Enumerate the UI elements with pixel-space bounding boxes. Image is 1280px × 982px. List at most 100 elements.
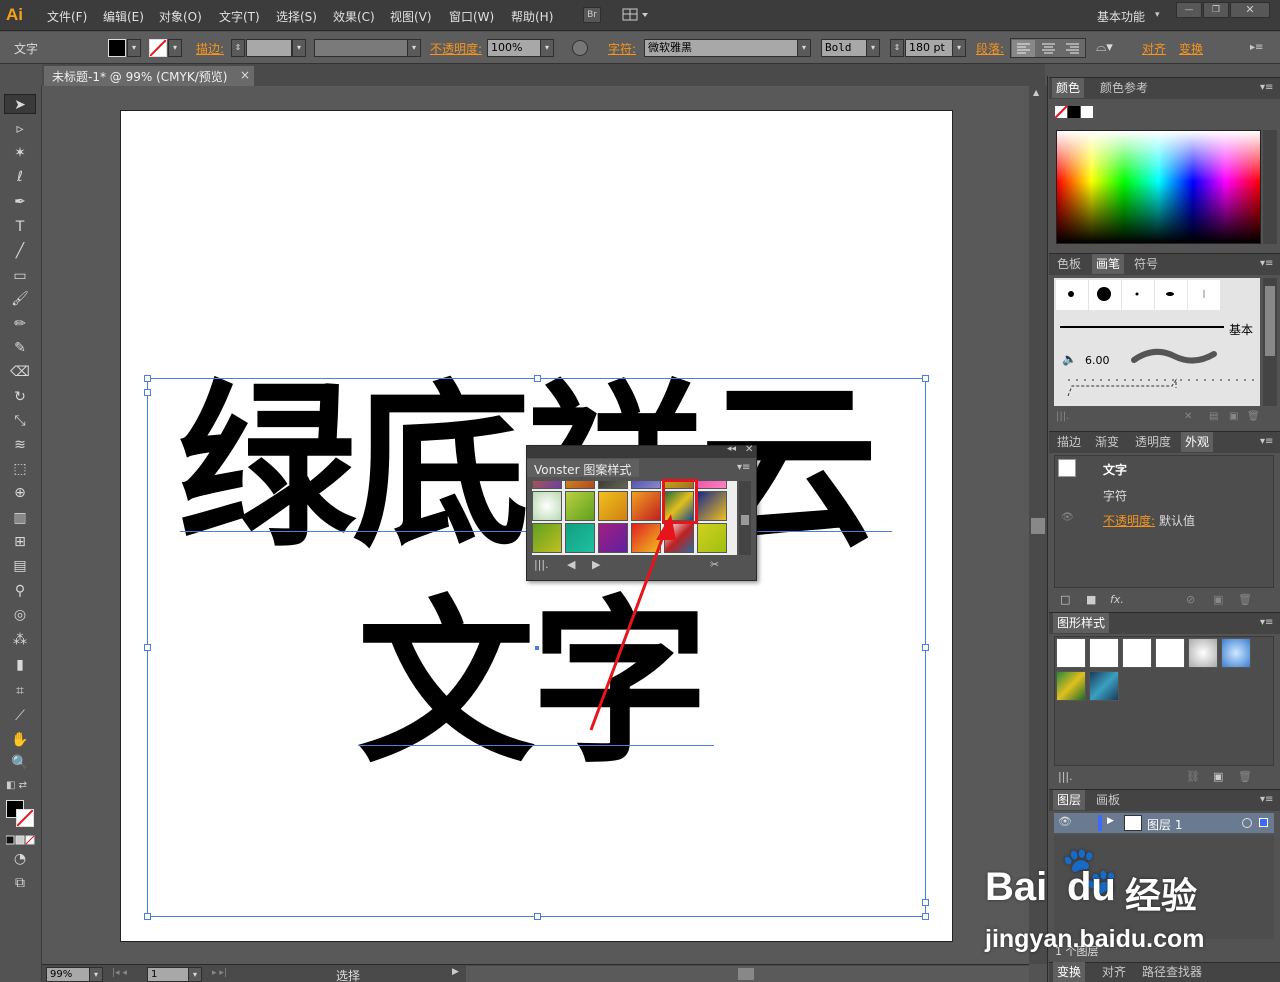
control-menu-icon[interactable]: ▸≡ — [1250, 42, 1263, 53]
panel-menu-icon[interactable]: ▾≡ — [737, 462, 750, 473]
artboard-tool-icon[interactable]: ⌗ — [8, 680, 32, 702]
shape-builder-tool-icon[interactable]: ⊕ — [8, 482, 32, 504]
status-menu-arrow[interactable]: ▶ — [452, 967, 459, 977]
stroke-dropdown[interactable]: ▾ — [168, 39, 182, 57]
new-graphic-style-icon[interactable]: ▣ — [1213, 770, 1223, 783]
eyedropper-tool-icon[interactable]: ⚲ — [8, 580, 32, 602]
free-transform-tool-icon[interactable]: ⬚ — [8, 458, 32, 480]
pattern-swatch[interactable] — [631, 481, 661, 489]
brush-library-icon[interactable]: |||. — [1056, 411, 1069, 422]
layer-visibility-icon[interactable]: 👁 — [1058, 815, 1072, 828]
menu-view[interactable]: 视图(V) — [390, 8, 432, 25]
pattern-swatch[interactable] — [532, 523, 562, 553]
delete-graphic-style-icon[interactable]: 🗑 — [1238, 770, 1252, 783]
graphic-style-blue-cloud[interactable] — [1089, 671, 1119, 701]
fill-swatch[interactable] — [108, 39, 126, 57]
menu-effect[interactable]: 效果(C) — [333, 8, 375, 25]
recolor-icon[interactable] — [572, 40, 588, 56]
minimize-button[interactable]: — — [1176, 2, 1202, 18]
align-center-icon[interactable] — [1042, 43, 1055, 54]
selection-tool-icon[interactable]: ➤ — [8, 94, 32, 116]
brush-options-icon[interactable]: ▤ — [1209, 411, 1218, 422]
tab-transform[interactable]: 变换 — [1053, 962, 1086, 982]
graphic-style-white[interactable] — [1122, 638, 1152, 668]
menu-file[interactable]: 文件(F) — [47, 8, 87, 25]
canvas-vertical-scrollbar[interactable]: ▲ — [1029, 86, 1047, 964]
mesh-tool-icon[interactable]: ⊞ — [8, 531, 32, 553]
handle-middle-right[interactable] — [922, 644, 929, 651]
graphic-style-default[interactable] — [1056, 638, 1086, 668]
break-style-link-icon[interactable]: ⛓ — [1186, 770, 1200, 783]
pattern-swatch[interactable] — [565, 523, 595, 553]
align-left-icon[interactable] — [1012, 40, 1035, 57]
stroke-swatch[interactable] — [149, 39, 167, 57]
restore-button[interactable]: ❐ — [1203, 2, 1229, 18]
menu-window[interactable]: 窗口(W) — [449, 8, 494, 25]
pattern-swatch[interactable] — [631, 523, 661, 553]
tab-swatches[interactable]: 色板 — [1053, 254, 1085, 274]
lasso-tool-icon[interactable]: ℓ — [8, 166, 32, 188]
pencil-tool-icon[interactable]: ✏ — [8, 313, 32, 335]
brush-dot-tiny[interactable] — [1122, 280, 1154, 310]
library-menu-icon[interactable]: |||. — [534, 558, 549, 571]
fx-icon[interactable]: fx. — [1110, 593, 1124, 606]
envelope-icon[interactable]: ⌓▾ — [1096, 40, 1113, 55]
panel-scrollbar[interactable] — [739, 481, 751, 555]
tab-pathfinder[interactable]: 路径查找器 — [1138, 962, 1206, 982]
color-panel-menu-icon[interactable]: ▾≡ — [1260, 82, 1273, 93]
panel-titlebar[interactable]: ◂◂ ✕ — [527, 444, 756, 458]
column-graph-tool-icon[interactable]: ▮ — [8, 654, 32, 676]
pattern-swatch[interactable] — [598, 491, 628, 521]
menu-help[interactable]: 帮助(H) — [511, 8, 553, 25]
visibility-eye-icon[interactable]: 👁 — [1061, 512, 1074, 523]
font-style-field[interactable]: Bold — [821, 39, 867, 57]
color-spectrum[interactable] — [1056, 130, 1261, 244]
handle-top-left[interactable] — [144, 375, 151, 382]
opacity-field[interactable]: 100% — [487, 39, 541, 57]
brush-dot-small[interactable] — [1056, 280, 1088, 310]
font-size-dropdown[interactable]: ▾ — [952, 39, 966, 57]
arrange-documents-button[interactable] — [622, 8, 650, 22]
magic-wand-tool-icon[interactable]: ✶ — [8, 142, 32, 164]
paintbrush-tool-icon[interactable]: 🖌 — [8, 288, 32, 310]
hand-tool-icon[interactable]: ✋ — [8, 729, 32, 751]
collapse-icon[interactable]: ◂◂ — [727, 444, 736, 454]
text-thread-in-port[interactable] — [144, 389, 151, 396]
pattern-swatch[interactable] — [565, 481, 595, 489]
font-size-stepper[interactable]: ⇕ — [890, 39, 904, 57]
pattern-swatch[interactable] — [565, 491, 595, 521]
pattern-swatch[interactable] — [598, 523, 628, 553]
handle-bottom-left[interactable] — [144, 913, 151, 920]
graphic-style-gradient[interactable] — [1188, 638, 1218, 668]
clear-appearance-icon[interactable]: ⊘ — [1186, 593, 1195, 606]
panel-tab-title[interactable]: Vonster 图案样式 — [527, 459, 639, 477]
variable-width-profile[interactable] — [314, 39, 408, 57]
font-size-field[interactable]: 180 pt — [905, 39, 953, 57]
tab-graphic-styles[interactable]: 图形样式 — [1053, 613, 1110, 633]
eraser-tool-icon[interactable]: ⌫ — [8, 361, 32, 383]
menu-type[interactable]: 文字(T) — [219, 8, 260, 25]
vertical-scroll-thumb[interactable] — [1031, 518, 1045, 534]
tab-brushes[interactable]: 画笔 — [1092, 254, 1125, 274]
swap-colors-icon[interactable]: ◧ ⇄ — [6, 780, 36, 794]
brush-calligraphic[interactable] — [1155, 280, 1187, 310]
graphic-styles-menu-icon[interactable]: ▾≡ — [1260, 617, 1273, 628]
layer-name[interactable]: 图层 1 — [1147, 816, 1182, 833]
pattern-swatch[interactable] — [532, 481, 562, 489]
character-label[interactable]: 字符: — [608, 40, 636, 57]
pattern-swatch[interactable] — [532, 491, 562, 521]
add-stroke-icon[interactable]: □ — [1060, 593, 1070, 606]
artboard-number-field[interactable]: 1 — [147, 967, 189, 982]
last-artboard-icon[interactable]: ▸ ▸| — [212, 968, 227, 978]
delete-brush-icon[interactable]: 🗑 — [1247, 411, 1260, 422]
menu-object[interactable]: 对象(O) — [159, 8, 202, 25]
canvas-horizontal-scrollbar[interactable] — [466, 966, 1029, 982]
color-none-black-white[interactable] — [1054, 105, 1095, 119]
pattern-swatch[interactable] — [664, 523, 694, 553]
break-link-icon[interactable]: ✂ — [710, 558, 719, 571]
align-panel-link[interactable]: 对齐 — [1142, 40, 1166, 57]
graphic-style-none[interactable] — [1089, 638, 1119, 668]
zoom-dropdown[interactable]: ▾ — [89, 967, 103, 982]
layer-selection-indicator[interactable] — [1259, 818, 1268, 827]
brush-basic-label[interactable]: 基本 — [1229, 321, 1253, 338]
